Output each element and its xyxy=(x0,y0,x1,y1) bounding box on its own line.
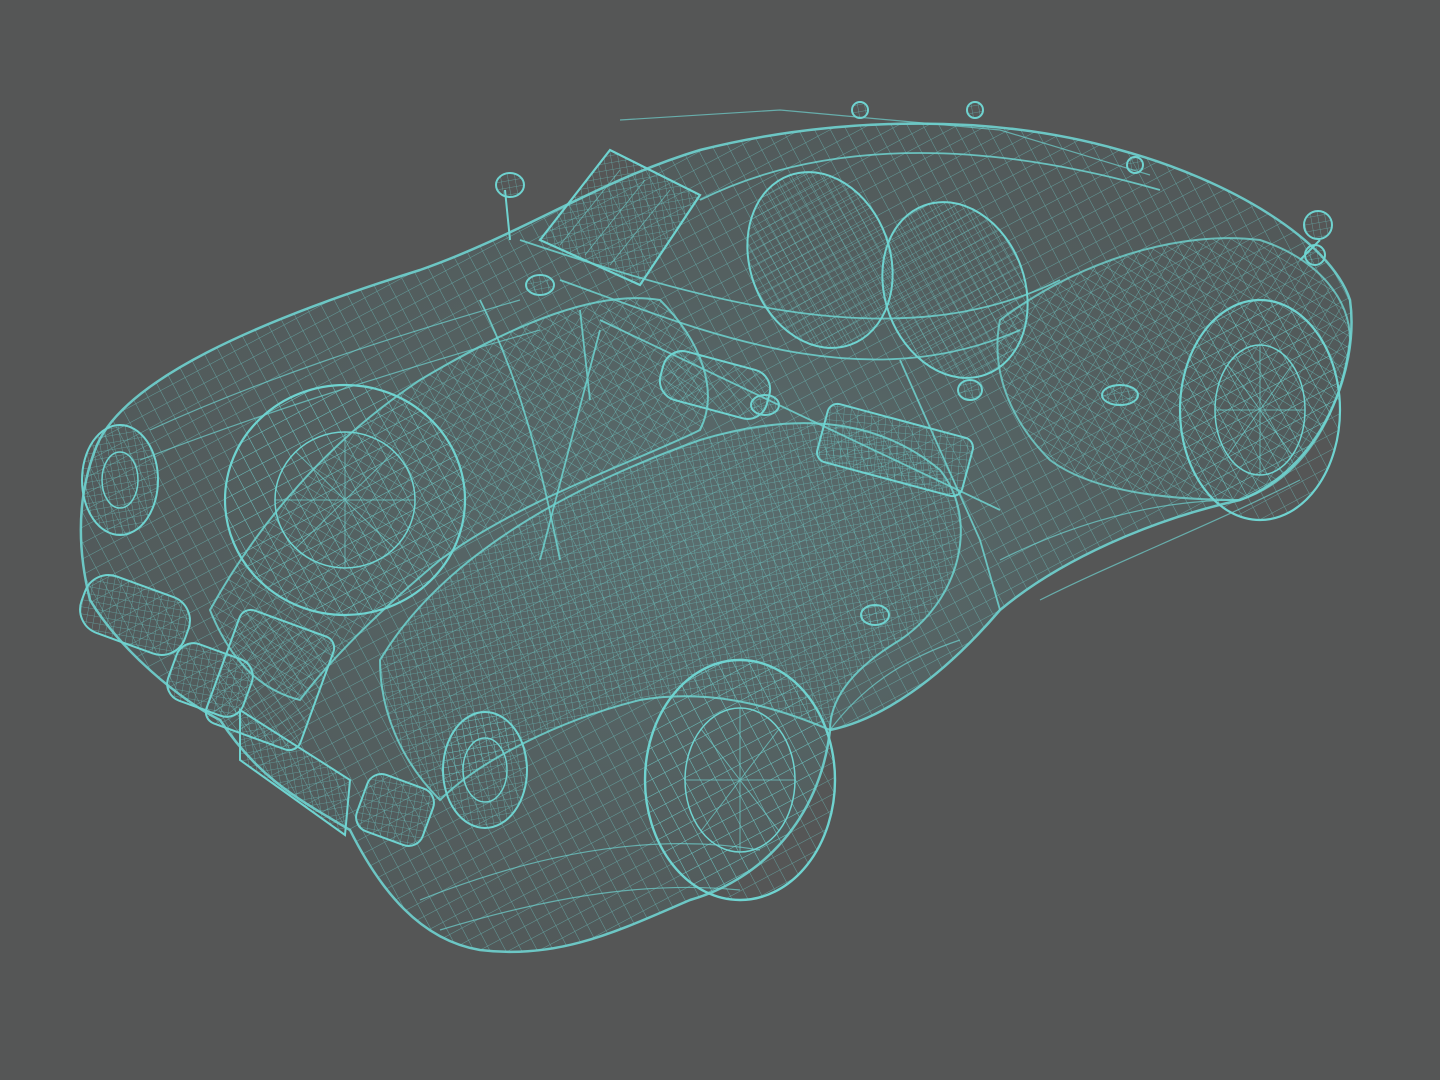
wheel-front-right xyxy=(1178,298,1342,522)
render-viewport xyxy=(0,0,1440,1080)
wireframe-car-render xyxy=(79,101,1353,954)
wheel-front-left xyxy=(643,658,837,902)
wheel-rear-left xyxy=(223,383,467,617)
